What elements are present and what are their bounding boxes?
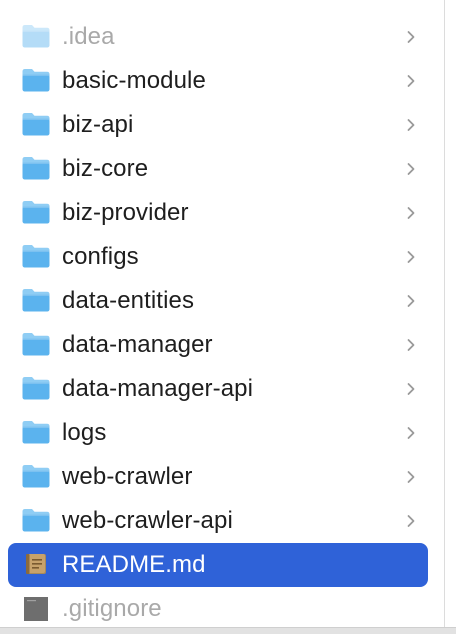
folder-row[interactable]: web-crawler-api [8,499,428,543]
chevron-right-icon [406,338,416,352]
chevron-right-icon [406,118,416,132]
chevron-right-icon [406,294,416,308]
chevron-right-icon [406,470,416,484]
column-divider[interactable] [444,0,445,634]
item-label: configs [62,243,139,270]
item-label: data-entities [62,287,195,314]
folder-icon [21,331,51,357]
chevron-right-icon [406,162,416,176]
folder-icon [21,199,51,225]
item-label: .gitignore [62,595,162,622]
item-label: .idea [62,23,115,50]
folder-icon [21,419,51,445]
folder-icon [21,507,51,533]
item-label: README.md [62,551,206,578]
chevron-right-icon [406,426,416,440]
folder-row[interactable]: .idea [8,15,428,59]
chevron-right-icon [406,250,416,264]
item-label: web-crawler [62,463,193,490]
chevron-right-icon [406,382,416,396]
horizontal-scrollbar[interactable] [0,627,456,634]
text-document-icon [21,595,51,621]
chevron-right-icon [406,74,416,88]
item-label: biz-core [62,155,149,182]
folder-icon [21,67,51,93]
chevron-right-icon [406,514,416,528]
markdown-book-icon [21,551,51,577]
folder-row[interactable]: configs [8,235,428,279]
folder-icon [21,23,51,49]
folder-icon [21,287,51,313]
folder-icon [21,111,51,137]
item-label: biz-provider [62,199,189,226]
chevron-right-icon [406,30,416,44]
folder-row[interactable]: biz-api [8,103,428,147]
item-label: logs [62,419,107,446]
folder-icon [21,463,51,489]
item-label: web-crawler-api [62,507,233,534]
item-label: data-manager-api [62,375,254,402]
folder-row[interactable]: logs [8,411,428,455]
chevron-right-icon [406,206,416,220]
folder-icon [21,375,51,401]
folder-row[interactable]: basic-module [8,59,428,103]
file-row[interactable]: .gitignore [8,587,428,631]
item-label: data-manager [62,331,213,358]
folder-icon [21,243,51,269]
item-label: biz-api [62,111,134,138]
folder-icon [21,155,51,181]
folder-row[interactable]: web-crawler [8,455,428,499]
finder-column-view: .idea basic-module biz-api biz-core biz-prov… [0,0,456,634]
folder-row[interactable]: data-manager-api [8,367,428,411]
item-label: basic-module [62,67,206,94]
folder-row[interactable]: data-entities [8,279,428,323]
folder-row[interactable]: biz-provider [8,191,428,235]
folder-row[interactable]: biz-core [8,147,428,191]
folder-row[interactable]: data-manager [8,323,428,367]
file-row[interactable]: README.md [8,543,428,587]
